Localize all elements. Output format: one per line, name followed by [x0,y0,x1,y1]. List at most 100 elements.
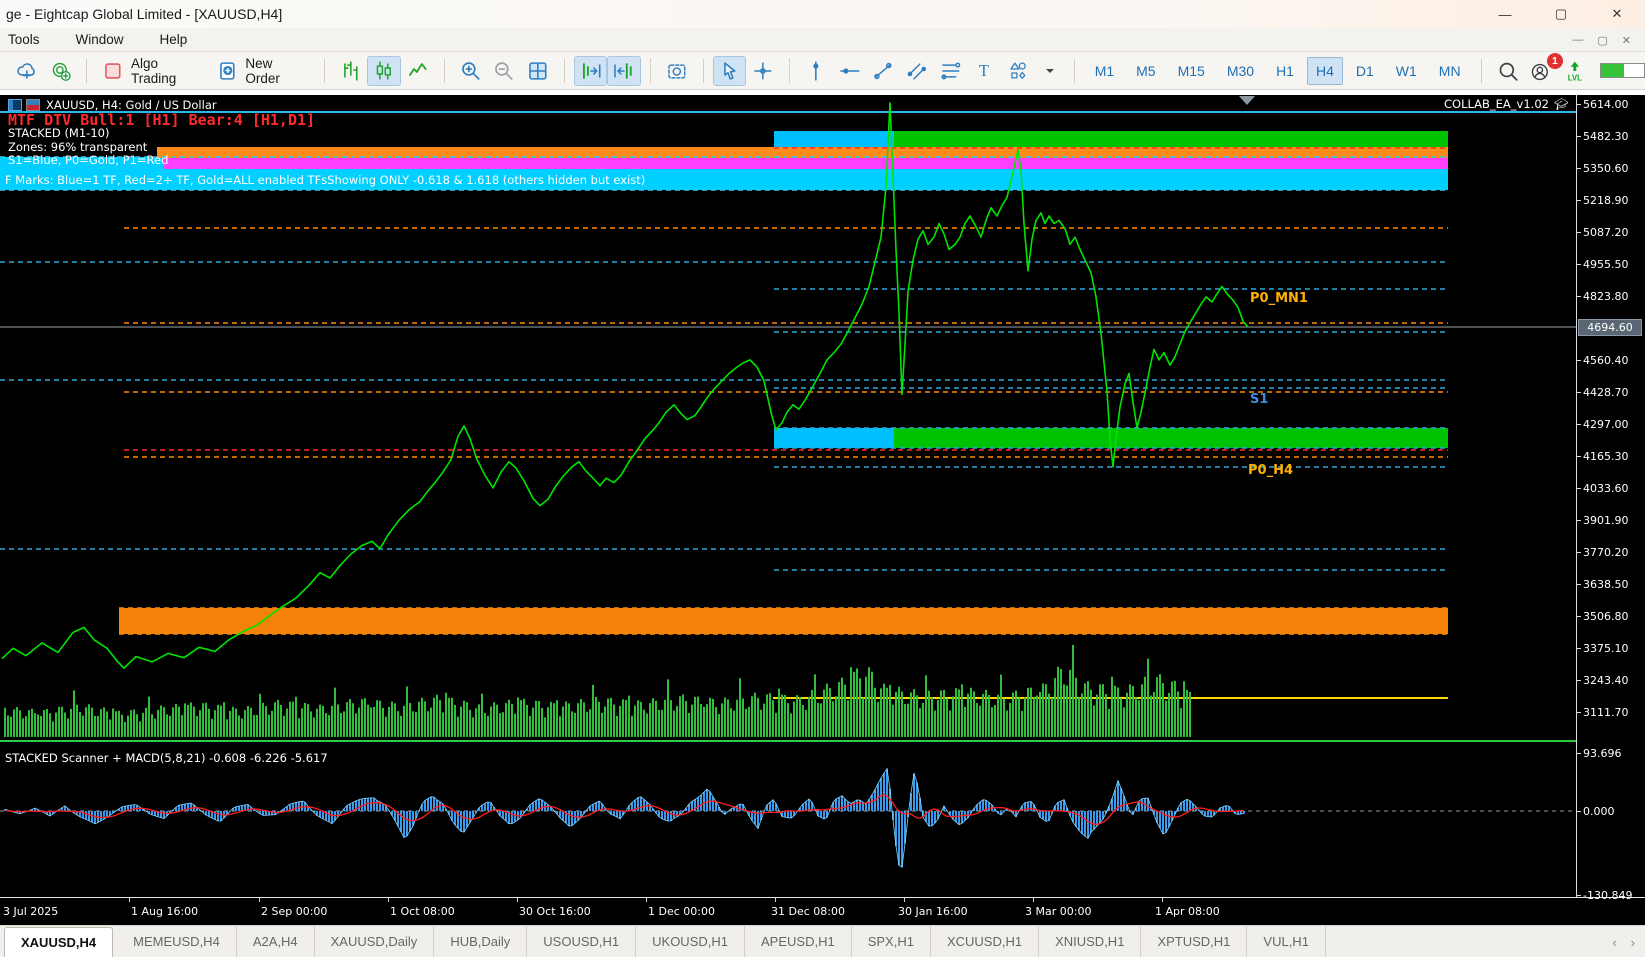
svg-text:LVL: LVL [1568,73,1582,82]
timeframe-m15-button[interactable]: M15 [1169,57,1214,85]
stacked-text: STACKED (M1-10) [8,126,110,140]
zoom-in-icon[interactable] [454,56,488,86]
symbol-tab-apeusd-h1[interactable]: APEUSD,H1 [745,926,852,957]
text-icon[interactable]: T [967,56,1001,86]
price-axis-tick-mark [1576,456,1581,457]
timeframe-h1-button[interactable]: H1 [1267,57,1303,85]
chart-label-p0_mn1: P0_MN1 [1250,291,1308,306]
price-axis-tick: 5087.20 [1583,226,1629,239]
symbol-tab-xcuusd-h1[interactable]: XCUUSD,H1 [931,926,1040,957]
price-axis-tick-mark [1576,136,1581,137]
tile-windows-icon[interactable] [521,56,555,86]
toolbar-separator [1480,58,1482,83]
trendline-icon[interactable] [866,56,900,86]
camera-icon[interactable] [660,56,694,86]
zones-text: Zones: 96% transparent [8,140,148,154]
price-axis-border [1576,95,1577,925]
menu-tools[interactable]: Tools [8,32,40,47]
tabs-scroll-right-icon[interactable]: › [1631,935,1635,950]
time-axis-label: 30 Jan 16:00 [898,905,968,918]
vertical-line-icon[interactable] [799,56,833,86]
indicator-axis-tick-mark [1576,895,1581,896]
symbol-tab-xptusd-h1[interactable]: XPTUSD,H1 [1141,926,1248,957]
timeframe-w1-button[interactable]: W1 [1387,57,1426,85]
chart-mini-icon [26,99,40,111]
zone-blue-top [774,131,894,147]
chart-mini-icons [8,99,40,111]
shapes-icon[interactable] [1001,56,1035,86]
timeframe-h4-button[interactable]: H4 [1306,56,1343,85]
price-axis-tick: 5218.90 [1583,194,1629,207]
lvl-icon[interactable]: LVL [1558,56,1592,86]
time-axis-tick-mark [388,898,389,902]
cloud-upload-icon[interactable] [10,56,44,86]
symbol-tab-xauusd-daily[interactable]: XAUUSD,Daily [315,926,435,957]
symbol-tab-hub-daily[interactable]: HUB,Daily [434,926,528,957]
search-icon[interactable] [1491,56,1525,86]
timeframe-m30-button[interactable]: M30 [1218,57,1263,85]
chart-canvas[interactable] [0,95,1645,925]
zoom-out-icon[interactable] [487,56,521,86]
symbol-tab-xauusd-h4[interactable]: XAUUSD,H4 [4,927,114,957]
timeframe-m1-button[interactable]: M1 [1086,57,1123,85]
child-window-controls: — ▢ ✕ [1572,28,1631,52]
channel-icon[interactable] [900,56,934,86]
algo-trading-button[interactable]: Algo Trading [96,56,210,86]
child-minimize-button[interactable]: — [1572,34,1583,46]
horizontal-line-icon[interactable] [833,56,867,86]
tabs-scroll-left-icon[interactable]: ‹ [1612,935,1616,950]
price-axis-tick: 4033.60 [1583,482,1629,495]
dropdown-arrow-icon[interactable] [1035,56,1065,86]
line-chart-icon[interactable] [401,56,435,86]
bar-chart-icon[interactable] [334,56,368,86]
symbol-tab-memeusd-h4[interactable]: MEMEUSD,H4 [117,926,237,957]
macd-histogram [4,768,1245,868]
price-axis-tick: 3506.80 [1583,610,1629,623]
child-close-button[interactable]: ✕ [1622,34,1631,47]
community-icon[interactable] [44,56,78,86]
fibonacci-icon[interactable] [934,56,968,86]
symbol-tab-vul-h1[interactable]: VUL,H1 [1247,926,1326,957]
child-restore-button[interactable]: ▢ [1597,34,1607,47]
toolbar-separator [86,58,88,83]
timeframe-mn-button[interactable]: MN [1430,57,1470,85]
symbol-tab-ukousd-h1[interactable]: UKOUSD,H1 [636,926,745,957]
time-axis-tick-mark [904,898,905,902]
symbol-tab-bar: XAUUSD,H4 MEMEUSD,H4 A2A,H4 XAUUSD,Daily HUB… [0,925,1645,957]
new-order-button[interactable]: New Order [211,56,315,86]
time-axis-label: 1 Oct 08:00 [390,905,455,918]
timeframe-m5-button[interactable]: M5 [1127,57,1164,85]
time-axis-label: 30 Oct 16:00 [519,905,591,918]
graduation-cap-icon[interactable]: 🎓︎ [1554,97,1569,111]
toolbar-separator [650,58,651,83]
symbol-tab-xniusd-h1[interactable]: XNIUSD,H1 [1039,926,1142,957]
price-axis-tick-mark [1576,712,1581,713]
minimize-button[interactable]: — [1477,0,1533,28]
menu-help[interactable]: Help [160,32,188,47]
tab-scroll-arrows: ‹ › [1612,926,1635,957]
crosshair-icon[interactable] [746,56,780,86]
chart-shift-icon[interactable] [607,55,641,86]
symbol-tab-spx-h1[interactable]: SPX,H1 [852,926,931,957]
time-axis-label: 31 Dec 08:00 [771,905,845,918]
timeframe-d1-button[interactable]: D1 [1347,57,1383,85]
candlestick-icon[interactable] [367,55,401,86]
symbol-tab-a2a-h4[interactable]: A2A,H4 [237,926,315,957]
price-axis-tick: 3243.40 [1583,674,1629,687]
symbol-tab-usousd-h1[interactable]: USOUSD,H1 [527,926,637,957]
price-axis-tick: 4560.40 [1583,354,1629,367]
maximize-button[interactable]: ▢ [1533,0,1589,28]
menu-window[interactable]: Window [76,32,124,47]
toolbar-separator [702,58,704,83]
window-controls: — ▢ ✕ [1477,0,1645,28]
menu-items: Tools Window Help [8,32,187,47]
chart-region[interactable] [0,95,1645,925]
auto-scroll-icon[interactable] [573,55,608,86]
new-order-label: New Order [245,55,280,86]
profile-icon[interactable]: 1 [1524,52,1563,86]
price-axis-tick-mark [1576,520,1581,521]
pane-separator[interactable] [0,740,1576,742]
time-axis[interactable]: 3 Jul 2025 1 Aug 16:00 2 Sep 00:00 1 Oct 08… [0,897,1645,925]
cursor-icon[interactable] [712,55,747,86]
close-button[interactable]: ✕ [1589,0,1645,28]
